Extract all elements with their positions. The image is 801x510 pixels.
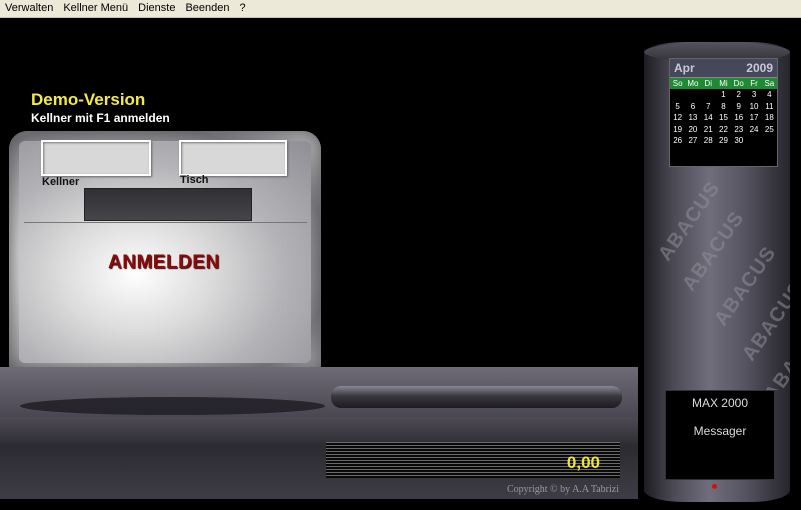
calendar-day[interactable]: 15	[716, 112, 731, 124]
kellner-input[interactable]	[41, 140, 151, 176]
calendar-day[interactable]: 12	[670, 112, 685, 124]
tisch-input[interactable]	[179, 140, 287, 176]
demo-subtitle: Kellner mit F1 anmelden	[31, 111, 170, 125]
calendar-day[interactable]: 7	[701, 101, 716, 113]
calendar-day[interactable]: 16	[731, 112, 746, 124]
message-box: MAX 2000 Messager	[665, 390, 775, 480]
calendar-day[interactable]: 13	[685, 112, 700, 124]
calendar-weekdays: So Mo Di Mi Do Fr Sa	[670, 78, 777, 89]
calendar-day[interactable]: 25	[762, 124, 777, 136]
calendar-day[interactable]: 5	[670, 101, 685, 113]
calendar-day[interactable]: 23	[731, 124, 746, 136]
kellner-label: Kellner	[42, 176, 80, 188]
calendar-month[interactable]: Apr	[674, 61, 695, 75]
panel-shadow	[20, 397, 325, 415]
calendar-weekday: Mo	[687, 79, 699, 88]
calendar-weekday: Sa	[764, 79, 775, 88]
calendar-day[interactable]: 4	[762, 89, 777, 101]
messager-label: Messager	[693, 424, 747, 438]
calendar-day[interactable]: 14	[701, 112, 716, 124]
calendar-weekday: Fr	[750, 79, 758, 88]
menu-dienste[interactable]: Dienste	[133, 0, 180, 17]
calendar-day[interactable]: 29	[716, 135, 731, 147]
tisch-label: Tisch	[180, 174, 209, 186]
calendar-weekday: Di	[704, 79, 712, 88]
calendar-day[interactable]: 10	[746, 101, 761, 113]
copyright-text: Copyright © by A.A Tabrizi	[507, 484, 619, 495]
amount-value: 0,00	[566, 453, 600, 472]
anmelden-button[interactable]: ANMELDEN	[108, 252, 220, 274]
calendar-day	[670, 89, 685, 101]
calendar-day[interactable]: 19	[670, 124, 685, 136]
product-name: MAX 2000	[691, 396, 749, 410]
menu-bar: Verwalten Kellner Menü Dienste Beenden ?	[0, 0, 801, 18]
calendar-day	[685, 89, 700, 101]
calendar-year[interactable]: 2009	[746, 61, 773, 75]
calendar-day[interactable]: 8	[716, 101, 731, 113]
calendar-day[interactable]: 30	[731, 135, 746, 147]
status-led	[712, 484, 717, 489]
calendar-day[interactable]: 3	[746, 89, 761, 101]
menu-help[interactable]: ?	[234, 0, 250, 17]
calendar-day[interactable]: 27	[685, 135, 700, 147]
amount-display: 0,00	[326, 442, 620, 478]
calendar-weekday: Mi	[719, 79, 728, 88]
calendar-day[interactable]: 20	[685, 124, 700, 136]
calendar-day[interactable]: 17	[746, 112, 761, 124]
calendar-day[interactable]: 24	[746, 124, 761, 136]
calendar-day[interactable]: 6	[685, 101, 700, 113]
calendar-day	[701, 89, 716, 101]
login-display-field	[84, 188, 252, 221]
calendar-day[interactable]: 18	[762, 112, 777, 124]
calendar-day[interactable]: 2	[731, 89, 746, 101]
calendar-day[interactable]: 11	[762, 101, 777, 113]
abacus-watermark: ABACUS ABACUS ABACUS ABACUS ABACUS	[650, 170, 790, 390]
calendar-day[interactable]: 28	[701, 135, 716, 147]
calendar-day[interactable]: 26	[670, 135, 685, 147]
menu-verwalten[interactable]: Verwalten	[0, 0, 58, 17]
calendar-day[interactable]: 9	[731, 101, 746, 113]
calendar-weekday: So	[672, 79, 683, 88]
calendar: Apr 2009 So Mo Di Mi Do Fr Sa 1 2 3 4 5 6 7 8 9 10 11 12 1…	[669, 58, 778, 167]
calendar-weekday: Do	[733, 79, 744, 88]
calendar-day[interactable]: 1	[716, 89, 731, 101]
menu-beenden[interactable]: Beenden	[180, 0, 234, 17]
card-slot	[331, 386, 622, 408]
panel-divider	[24, 222, 307, 223]
calendar-day[interactable]: 21	[701, 124, 716, 136]
calendar-days: 1 2 3 4 5 6 7 8 9 10 11 12 13 14 15 16 17 18 19 20 21 22 23 24 2…	[670, 89, 777, 147]
calendar-day[interactable]: 22	[716, 124, 731, 136]
demo-title: Demo-Version	[31, 90, 146, 109]
menu-kellner-menue[interactable]: Kellner Menü	[58, 0, 133, 17]
calendar-header: Apr 2009	[670, 59, 777, 78]
